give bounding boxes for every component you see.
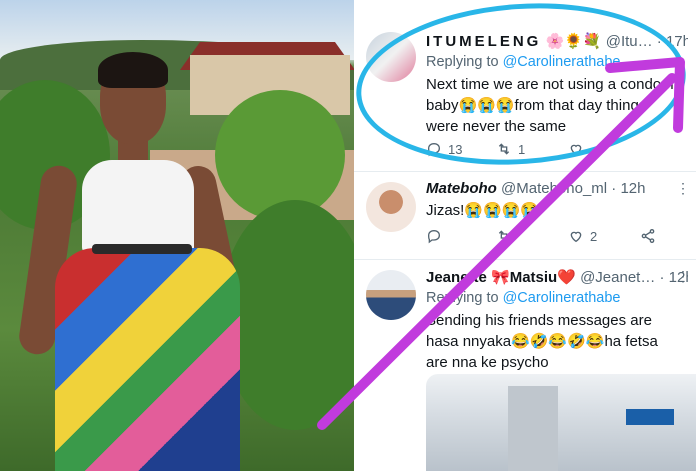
tweet-header: ITUMELENG 🌸🌻💐 @Itu… · 17h [426, 32, 688, 50]
background-photo [0, 0, 354, 471]
tweet-text: Next time we are not using a condom baby… [426, 76, 674, 135]
user-handle[interactable]: @Jeanet… [580, 269, 655, 286]
photo-bush [215, 90, 345, 220]
retweet-icon [498, 230, 510, 242]
tweet-text: Jizas!😭😭😭😭 [426, 202, 540, 219]
reply-button[interactable]: 13 [426, 141, 462, 157]
tweet-media-image[interactable] [426, 374, 696, 471]
photo-bush [220, 200, 354, 430]
reply-mention-link[interactable]: @Carolinerathabe [503, 54, 621, 70]
tweet-text: Sending his friends messages are hasa nn… [426, 312, 658, 371]
heart-icon [570, 231, 582, 243]
reply-button[interactable] [426, 228, 448, 244]
replying-to: Replying to @Carolinerathabe [426, 54, 620, 70]
media-pillar [508, 386, 558, 471]
display-name[interactable]: Mateboho [426, 180, 497, 197]
heart-icon [570, 144, 582, 156]
replying-to-label: Replying to [426, 290, 503, 306]
reply-mention-link[interactable]: @Carolinerathabe [503, 290, 621, 306]
tweet-mateboho[interactable]: Mateboho @Mateboho_ml · 12h ⋮ Jizas!😭😭😭😭… [354, 172, 696, 260]
like-button[interactable]: 2 [568, 228, 597, 244]
twitter-feed: ITUMELENG 🌸🌻💐 @Itu… · 17h Replying to @C… [354, 0, 696, 471]
retweet-icon [498, 143, 510, 155]
name-emoji: 🌸🌻💐 [545, 33, 602, 50]
more-icon[interactable]: ⋮ [676, 180, 690, 197]
user-handle[interactable]: @Mateboho_ml [501, 180, 607, 197]
tweet-time[interactable]: · 12h [611, 180, 645, 197]
person-belt [92, 244, 192, 254]
avatar[interactable] [366, 182, 416, 232]
like-count: 2 [590, 228, 598, 244]
retweet-button[interactable]: 1 [496, 141, 525, 157]
avatar[interactable] [366, 270, 416, 320]
person-hair [98, 52, 168, 88]
tweet-actions: 13 1 [426, 141, 676, 161]
like-button[interactable] [568, 141, 590, 157]
display-name[interactable]: Jeanette 🎀Matsiu❤️ [426, 269, 576, 286]
tweet-header: Jeanette 🎀Matsiu❤️ @Jeanet… · 12h [426, 268, 688, 286]
tweet-time[interactable]: · 17h [657, 33, 688, 50]
retweet-count: 1 [518, 141, 526, 157]
user-handle[interactable]: @Itu… [606, 33, 653, 50]
retweet-button[interactable] [496, 228, 518, 244]
tweet-actions: 2 [426, 228, 676, 248]
share-icon [641, 229, 655, 243]
replying-to-label: Replying to [426, 54, 503, 70]
tweet-header: Mateboho @Mateboho_ml · 12h [426, 180, 688, 197]
share-button[interactable] [640, 228, 656, 244]
replying-to: Replying to @Carolinerathabe [426, 290, 620, 306]
reply-icon [427, 229, 441, 244]
reply-count: 13 [448, 141, 463, 157]
reply-icon [427, 142, 441, 157]
display-name[interactable]: ITUMELENG [426, 33, 541, 50]
more-icon[interactable]: ⋮ [676, 268, 690, 285]
person-printed-skirt [55, 248, 240, 471]
tweet-itumeleng[interactable]: ITUMELENG 🌸🌻💐 @Itu… · 17h Replying to @C… [354, 0, 696, 172]
person-white-top [82, 160, 194, 255]
media-sign [626, 409, 674, 425]
avatar[interactable] [366, 32, 416, 82]
